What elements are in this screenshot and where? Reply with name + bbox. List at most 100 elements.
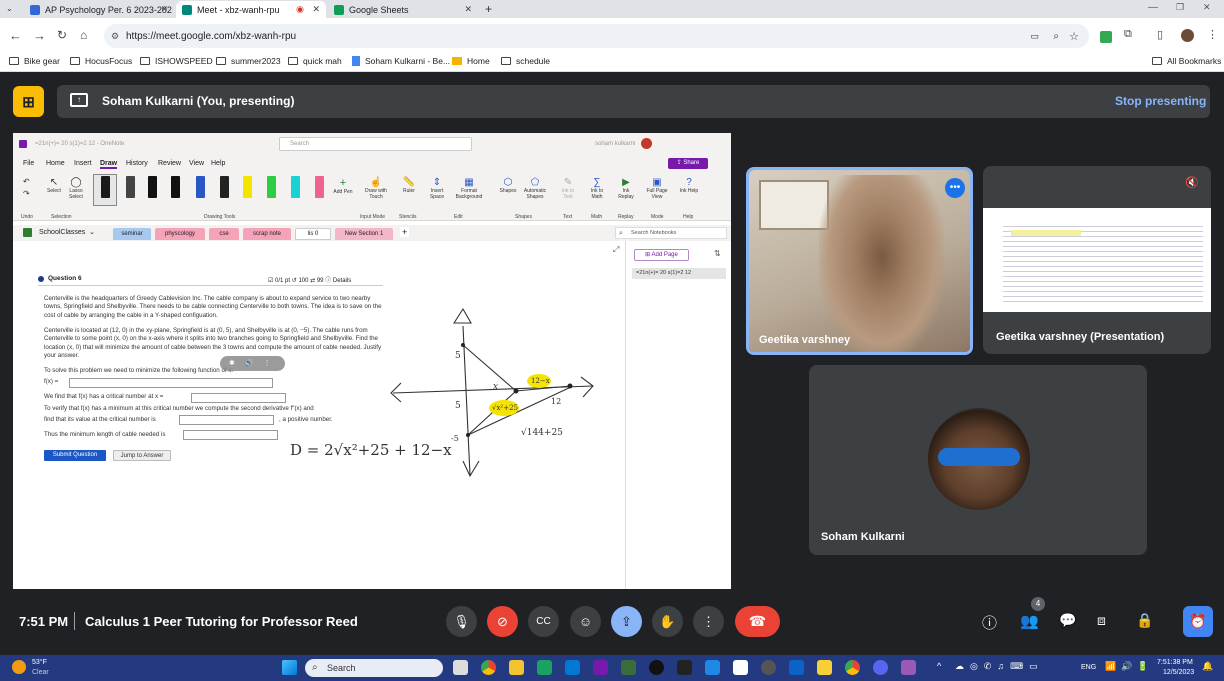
bookmark-hocusfocus[interactable]: HocusFocus xyxy=(70,56,132,66)
home-icon[interactable]: ⌂ xyxy=(80,28,87,42)
bookmark-schedule[interactable]: schedule xyxy=(501,56,550,66)
bookmark-bike-gear[interactable]: Bike gear xyxy=(9,56,60,66)
tab-google-sheets[interactable]: Google Sheets ✕ xyxy=(328,1,478,18)
pen-grey[interactable] xyxy=(220,176,229,198)
share-button[interactable]: ⇪ Share xyxy=(668,158,708,169)
tab-meet[interactable]: Meet - xbz-wanh-rpu ◉ ✕ xyxy=(176,1,326,18)
network-icons[interactable]: 📶🔊🔋 xyxy=(1105,661,1154,672)
emoji-button[interactable]: ☺ xyxy=(570,606,601,637)
close-icon[interactable]: ✕ xyxy=(464,4,472,15)
insert-space-tool[interactable]: ⇕ Insert Space xyxy=(426,177,448,200)
bookmark-ishowspeed[interactable]: ISHOWSPEED xyxy=(140,56,213,66)
explorer-icon[interactable] xyxy=(509,660,524,675)
vscode-icon[interactable] xyxy=(565,660,580,675)
host-controls-icon[interactable]: 🔒 xyxy=(1136,612,1153,629)
taskview-icon[interactable] xyxy=(453,660,468,675)
menu-file[interactable]: File xyxy=(23,160,34,167)
page-item[interactable]: =21n(+)= 20 s(1)=2 12 xyxy=(632,268,726,279)
highlighter-green[interactable] xyxy=(267,176,276,198)
section-new-section-1[interactable]: New Section 1 xyxy=(335,228,393,240)
app-icon-2[interactable] xyxy=(649,660,664,675)
select-tool[interactable]: ↖ Select xyxy=(44,177,64,194)
zoom-icon[interactable]: ⌕ xyxy=(1053,31,1059,42)
tray-chevron-icon[interactable]: ^ xyxy=(937,661,941,671)
restore-icon[interactable]: ❐ xyxy=(1176,2,1184,13)
menu-help[interactable]: Help xyxy=(211,160,225,167)
menu-history[interactable]: History xyxy=(126,160,148,167)
full-page-view-tool[interactable]: ▣ Full Page View xyxy=(645,177,669,200)
minimum-input[interactable] xyxy=(183,430,278,440)
lasso-tool[interactable]: ◯ Lasso Select xyxy=(65,177,87,200)
clock-time[interactable]: 7:51:38 PM xyxy=(1157,659,1193,666)
ink-to-text-tool[interactable]: ✎ Ink to Text xyxy=(558,177,578,200)
chevron-down-icon[interactable]: ⌄ xyxy=(89,228,95,236)
info-icon[interactable]: ⓘ xyxy=(982,612,997,633)
raise-hand-button[interactable]: ✋ xyxy=(652,606,683,637)
start-button[interactable] xyxy=(282,660,297,675)
section-cse[interactable]: cse xyxy=(209,228,239,240)
terminal-icon[interactable] xyxy=(677,660,692,675)
add-section-icon[interactable]: + xyxy=(400,227,410,237)
all-bookmarks[interactable]: All Bookmarks xyxy=(1152,56,1221,66)
notification-icon[interactable]: 🔔 xyxy=(1202,661,1213,672)
bookmark-home[interactable]: Home xyxy=(452,56,490,66)
ruler-tool[interactable]: 📏 Ruler xyxy=(398,177,420,194)
menu-draw[interactable]: Draw xyxy=(100,160,118,169)
language[interactable]: ENG xyxy=(1081,664,1096,671)
close-icon[interactable]: ✕ xyxy=(312,4,320,15)
leave-call-button[interactable]: ☎ xyxy=(735,606,780,637)
jump-to-answer-button[interactable]: Jump to Answer xyxy=(113,450,171,461)
puzzle-icon[interactable]: ⧉ xyxy=(1124,28,1132,41)
tab-ap-psychology[interactable]: AP Psychology Per. 6 2023-202 ✕ xyxy=(24,1,174,18)
bookmark-soham[interactable]: Soham Kulkarni - Be... xyxy=(352,56,450,66)
ink-to-math-tool[interactable]: ∑ Ink to Math xyxy=(587,177,607,200)
bookmark-summer2023[interactable]: summer2023 xyxy=(216,56,281,66)
captions-button[interactable]: CC xyxy=(528,606,559,637)
pen-black-2[interactable] xyxy=(126,176,135,198)
meet-logo-button[interactable]: ⊞ xyxy=(13,86,44,117)
highlighter-cyan[interactable] xyxy=(291,176,300,198)
pen-blue[interactable] xyxy=(196,176,205,198)
section-lis0[interactable]: lis 0 xyxy=(295,228,331,240)
app-icon-1[interactable] xyxy=(621,660,636,675)
pen-black-4[interactable] xyxy=(171,176,180,198)
notion-icon[interactable] xyxy=(733,660,748,675)
more-options-icon[interactable]: ••• xyxy=(945,178,965,198)
tray-icons[interactable]: ☁◎✆♫⌨▭ xyxy=(955,661,1044,672)
people-icon[interactable]: 👥 xyxy=(1020,612,1039,630)
notebook-picker[interactable]: SchoolClasses xyxy=(39,229,85,236)
ink-help-tool[interactable]: ? Ink Help xyxy=(679,177,699,194)
star-icon[interactable]: ☆ xyxy=(1069,30,1079,43)
window-close-icon[interactable]: ✕ xyxy=(1203,2,1211,13)
discord-icon[interactable] xyxy=(873,660,888,675)
minimize-icon[interactable]: — xyxy=(1148,2,1158,13)
activities-icon[interactable]: ⧈ xyxy=(1097,612,1106,629)
shapes-tool[interactable]: ⬡ Shapes xyxy=(497,177,519,194)
sticky-notes-icon[interactable] xyxy=(817,660,832,675)
menu-home[interactable]: Home xyxy=(46,160,65,167)
format-background-tool[interactable]: ▦ Format Background xyxy=(450,177,488,200)
mic-button[interactable]: 🎙 xyxy=(446,606,477,637)
notes-icon[interactable] xyxy=(537,660,552,675)
app-icon-4[interactable] xyxy=(761,660,776,675)
app-icon-5[interactable] xyxy=(901,660,916,675)
chrome-2-icon[interactable] xyxy=(845,660,860,675)
onenote-icon[interactable] xyxy=(593,660,608,675)
automatic-shapes-tool[interactable]: ⬠ Automatic Shapes xyxy=(520,177,550,200)
site-info-icon[interactable]: ⚙ xyxy=(111,31,119,42)
second-derivative-input[interactable] xyxy=(179,415,274,425)
more-options-button[interactable]: ⋮ xyxy=(693,606,724,637)
expand-icon[interactable]: ⤢ xyxy=(613,245,619,255)
section-seminar[interactable]: seminar xyxy=(113,228,151,240)
reload-icon[interactable]: ↻ xyxy=(57,28,67,42)
menu-review[interactable]: Review xyxy=(158,160,181,167)
stop-presenting-button[interactable]: Stop presenting xyxy=(1115,94,1206,108)
extension-icon[interactable] xyxy=(1100,31,1112,43)
submit-question-button[interactable]: Submit Question xyxy=(44,450,106,461)
search-notebooks[interactable]: ⌕ Search Notebooks xyxy=(615,227,727,239)
clock-date[interactable]: 12/5/2023 xyxy=(1163,669,1194,676)
tab-search-icon[interactable]: ⌄ xyxy=(6,4,13,13)
menu-insert[interactable]: Insert xyxy=(74,160,92,167)
draw-with-touch-tool[interactable]: ☝ Draw with Touch xyxy=(359,177,393,200)
new-tab-icon[interactable]: + xyxy=(485,2,492,16)
